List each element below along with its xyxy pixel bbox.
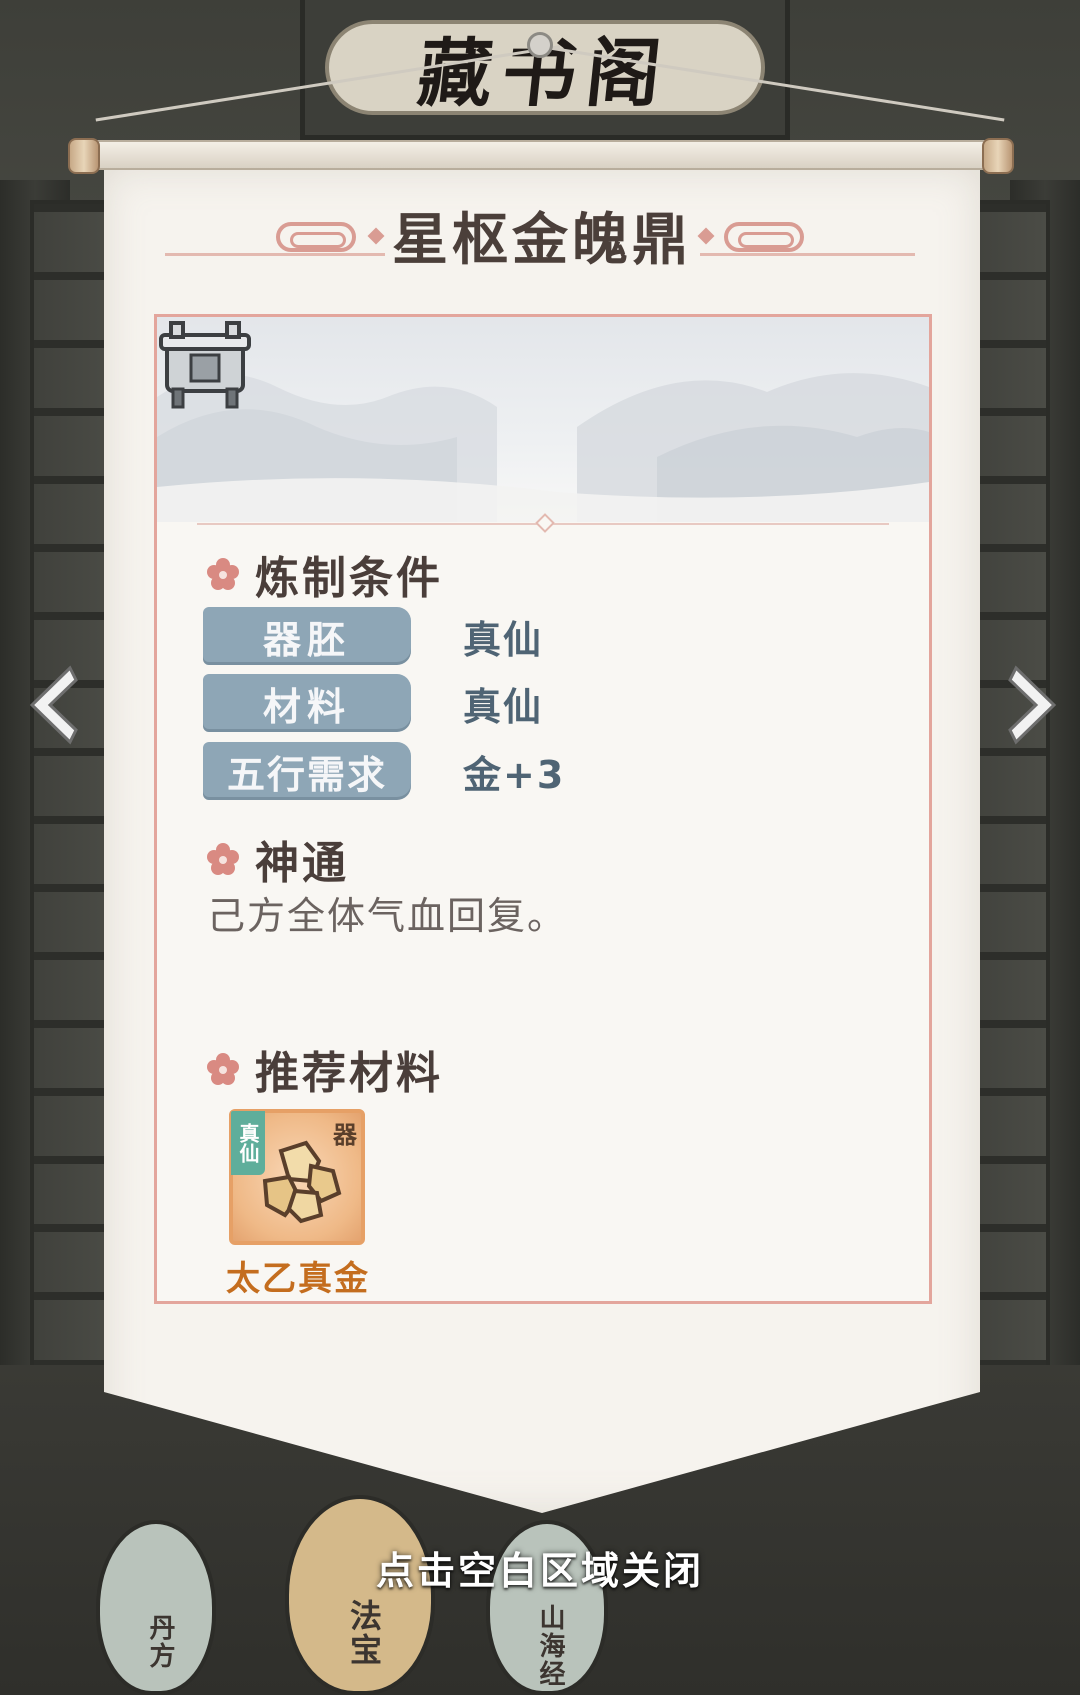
cauldron-icon (159, 321, 251, 409)
section-title: 推荐材料 (255, 1048, 443, 1099)
chevron-right-icon[interactable] (998, 660, 1068, 750)
requirement-row: 器胚 真仙 (203, 607, 843, 665)
requirement-row: 五行需求 金+3 (203, 742, 843, 800)
requirement-label: 五行需求 (203, 742, 411, 800)
flower-icon (207, 558, 239, 590)
signboard-title: 藏书阁 (413, 31, 675, 117)
section-title: 神通 (255, 838, 349, 889)
library-signboard: 藏书阁 (300, 0, 790, 140)
materials-heading: 推荐材料 (205, 1037, 443, 1101)
item-title: 星枢金魄鼎 (392, 206, 692, 273)
scroll-rod-cap (68, 138, 100, 174)
landscape-banner (157, 317, 929, 522)
chevron-left-icon[interactable] (18, 660, 88, 750)
character-fabao[interactable]: 法宝 (285, 1495, 435, 1695)
title-row: 星枢金魄鼎 (104, 200, 980, 273)
requirement-label: 材料 (203, 674, 411, 732)
flower-icon (207, 843, 239, 875)
requirement-value: 真仙 (463, 684, 544, 729)
skill-heading: 神通 (205, 827, 349, 891)
gold-ore-icon (262, 1140, 342, 1224)
requirement-value: 金+3 (463, 752, 566, 797)
character-label: 法宝 (345, 1599, 383, 1667)
material-card[interactable]: 真仙 器 (229, 1109, 365, 1245)
requirement-row: 材料 真仙 (203, 674, 843, 732)
character-label: 山海经 (535, 1604, 565, 1688)
scroll-rod-cap (982, 138, 1014, 174)
scroll-rod (70, 140, 1012, 170)
material-name: 太乙真金 (226, 1259, 370, 1299)
close-hint: 点击空白区域关闭 (375, 1549, 704, 1593)
flower-icon (207, 1053, 239, 1085)
mountain-icon (157, 373, 929, 522)
skill-description: 己方全体气血回复。 (207, 894, 568, 938)
requirement-label: 器胚 (203, 607, 411, 665)
detail-panel: 炼制条件 器胚 真仙 材料 真仙 五行需求 金+3 神通 己方全体气血回复。 推… (154, 314, 932, 1304)
character-label: 丹方 (145, 1614, 175, 1670)
requirement-value: 真仙 (463, 617, 544, 662)
section-title: 炼制条件 (255, 553, 443, 604)
conditions-heading: 炼制条件 (205, 542, 443, 606)
hanging-hook (527, 32, 553, 58)
